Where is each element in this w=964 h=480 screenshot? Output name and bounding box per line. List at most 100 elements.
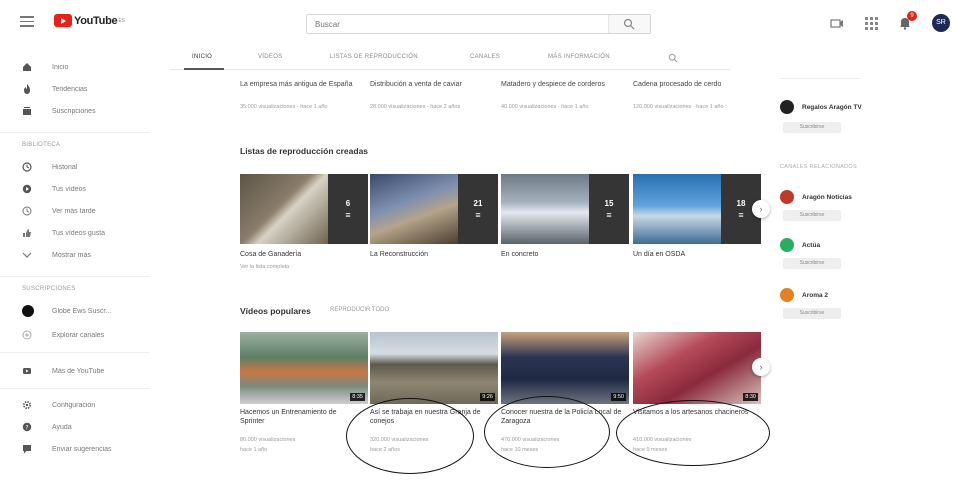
channel-name: Actúa — [802, 241, 821, 249]
playlist-title[interactable]: Un día en OSDA — [633, 251, 758, 258]
tab-channels[interactable]: Canales — [470, 54, 500, 60]
account-avatar[interactable]: SR — [932, 14, 950, 32]
view-full-playlist-link[interactable]: Ver la lista completa — [240, 264, 365, 270]
video-meta: 120.000 visualizaciones · hace 1 año — [633, 104, 724, 110]
annotation-circle — [616, 400, 770, 466]
popular-next-button[interactable]: › — [752, 358, 770, 376]
play-all-link[interactable]: Reproducir todo — [330, 307, 389, 313]
related-channel[interactable]: Aragón Noticias — [780, 190, 852, 204]
sidebar-item-label: Tendencias — [52, 85, 88, 93]
sidebar-item-label: Explorar canales — [52, 331, 105, 339]
video-title[interactable]: Distribución a venta de caviar — [370, 80, 488, 89]
thumbnail-image — [501, 332, 629, 404]
subscriptions-icon — [23, 107, 31, 115]
gear-icon — [22, 400, 32, 410]
sidebar-item-my-videos[interactable]: Tus vídeos — [22, 180, 142, 198]
tab-playlists[interactable]: Listas de reproducción — [330, 54, 418, 60]
search-input[interactable] — [307, 15, 607, 33]
sidebar-item-label: Inicio — [52, 63, 69, 71]
thumbnail-image — [501, 174, 589, 244]
video-title[interactable]: Cadena procesado de cerdo — [633, 80, 751, 89]
video-title[interactable]: La empresa más antigua de España — [240, 80, 358, 89]
sidebar-item-settings[interactable]: Configuración — [22, 396, 142, 414]
playlist-title[interactable]: En concreto — [501, 251, 626, 258]
playlist-count: 15 — [604, 198, 614, 208]
notifications-button[interactable]: 9 — [898, 11, 917, 30]
menu-icon[interactable] — [20, 16, 34, 27]
sidebar-item-feedback[interactable]: Enviar sugerencias — [22, 440, 142, 458]
video-thumbnail[interactable]: 8:35 — [240, 332, 368, 404]
video-thumbnail[interactable]: 9:50 — [501, 332, 629, 404]
liked-icon — [23, 229, 31, 237]
chevron-right-icon: › — [759, 204, 763, 214]
playlists-heading[interactable]: Listas de reproducción creadas — [240, 146, 368, 156]
play-logo-icon — [54, 14, 72, 27]
subscribe-button[interactable]: Suscribirse — [783, 308, 841, 319]
playlist-title[interactable]: Cosa de Ganadería — [240, 251, 365, 258]
sidebar-item-help[interactable]: ? Ayuda — [22, 418, 142, 436]
search-button[interactable] — [608, 15, 650, 33]
subscribe-button[interactable]: Suscribirse — [783, 122, 841, 133]
playlist-thumbnail[interactable]: 15 ≡ — [501, 174, 629, 244]
sidebar-section-library: Biblioteca — [22, 142, 61, 148]
search-box — [306, 14, 651, 34]
video-duration: 8:30 — [743, 393, 758, 401]
tab-videos[interactable]: Vídeos — [258, 54, 282, 60]
video-age: hace 1 año — [240, 447, 268, 453]
sidebar-divider — [0, 388, 150, 389]
active-tab-indicator — [184, 68, 224, 70]
related-channel[interactable]: Aroma 2 — [780, 288, 828, 302]
sidebar-item-history[interactable]: Historial — [22, 158, 142, 176]
tab-home[interactable]: Inicio — [192, 54, 212, 60]
sidebar-divider — [0, 352, 150, 353]
playlist-thumbnail[interactable]: 18 ≡ — [633, 174, 761, 244]
watch-later-icon — [22, 206, 32, 216]
channel-search-icon[interactable] — [668, 53, 678, 63]
help-icon: ? — [22, 422, 32, 432]
playlist-thumbnail[interactable]: 6 ≡ — [240, 174, 368, 244]
sidebar-item-sub-channel[interactable]: Globe Ews Suscr... — [22, 302, 142, 320]
sidebar-item-more-from-youtube[interactable]: Más de YouTube — [22, 362, 142, 380]
video-title[interactable]: Hacemos un Entrenamiento de Sprinter — [240, 408, 362, 426]
playlists-next-button[interactable]: › — [752, 200, 770, 218]
sidebar-item-label: Enviar sugerencias — [52, 445, 112, 453]
sidebar-item-subscriptions[interactable]: Suscripciones — [22, 102, 142, 120]
sidebar-divider — [0, 276, 150, 277]
video-thumbnail[interactable]: 8:30 — [633, 332, 761, 404]
thumbnail-image — [240, 174, 328, 244]
sidebar-item-trending[interactable]: Tendencias — [22, 80, 142, 98]
subscribe-button[interactable]: Suscribirse — [783, 210, 841, 221]
sidebar-item-watch-later[interactable]: Ver más tarde — [22, 202, 142, 220]
playlist-icon: ≡ — [606, 209, 612, 220]
featured-channel[interactable]: Regalos Aragón TV — [780, 100, 862, 114]
popular-videos-heading[interactable]: Vídeos populares — [240, 306, 311, 316]
thumbnail-image — [633, 332, 761, 404]
sidebar-item-label: Suscripciones — [52, 107, 96, 115]
sidebar-item-home[interactable]: Inicio — [22, 58, 142, 76]
youtube-logo[interactable]: YouTube ES — [54, 14, 125, 27]
thumbnail-image — [633, 174, 721, 244]
sidebar-item-liked[interactable]: Tus vídeos gusta — [22, 224, 142, 242]
thumbnail-image — [370, 332, 498, 404]
sidebar-item-label: Tus vídeos — [52, 185, 86, 193]
playlist-thumbnail[interactable]: 21 ≡ — [370, 174, 498, 244]
chevron-right-icon: › — [759, 362, 763, 372]
sidebar-item-label: Tus vídeos gusta — [52, 229, 106, 237]
channel-avatar — [780, 238, 794, 252]
playlist-title[interactable]: La Reconstrucción — [370, 251, 495, 258]
subscribe-button[interactable]: Suscribirse — [783, 258, 841, 269]
video-duration: 9:26 — [480, 393, 495, 401]
video-title[interactable]: Matadero y despiece de corderos — [501, 80, 619, 89]
channel-name: Aroma 2 — [802, 291, 829, 299]
home-icon — [23, 63, 31, 71]
svg-text:?: ? — [25, 425, 28, 432]
apps-grid-icon[interactable] — [864, 16, 878, 30]
video-thumbnail[interactable]: 9:26 — [370, 332, 498, 404]
playlist-icon: ≡ — [738, 209, 744, 220]
sidebar-item-show-more[interactable]: Mostrar más — [22, 246, 142, 264]
related-channel[interactable]: Actúa — [780, 238, 820, 252]
sidebar-item-explore-channels[interactable]: Explorar canales — [22, 326, 142, 344]
tab-about[interactable]: Más información — [548, 54, 610, 60]
channel-tabs: Inicio Vídeos Listas de reproducción Can… — [170, 50, 730, 70]
upload-video-icon[interactable] — [830, 16, 844, 30]
